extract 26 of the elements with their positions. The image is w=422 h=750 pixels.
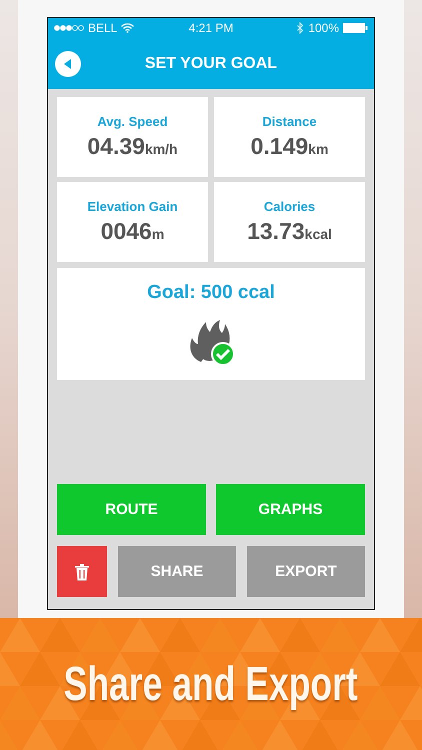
stat-label: Avg. Speed bbox=[97, 114, 168, 129]
route-button[interactable]: ROUTE bbox=[57, 484, 206, 535]
back-button[interactable] bbox=[55, 50, 81, 76]
battery-icon bbox=[343, 23, 368, 33]
back-icon bbox=[64, 58, 72, 68]
bluetooth-icon bbox=[297, 22, 304, 34]
battery-percent: 100% bbox=[308, 21, 340, 35]
route-button[interactable]: GRAPHS bbox=[216, 484, 365, 535]
delete-button[interactable] bbox=[57, 546, 107, 597]
status-time: 4:21 PM bbox=[188, 21, 234, 35]
stat-value: 04.39km/h bbox=[87, 133, 178, 160]
screen-title: SET YOUR GOAL bbox=[144, 54, 278, 72]
action-button[interactable]: SHARE bbox=[118, 546, 236, 597]
banner-caption: Share and Export bbox=[64, 656, 358, 712]
goal-text: Goal: 500 ccal bbox=[147, 282, 275, 304]
action-button[interactable]: EXPORT bbox=[247, 546, 365, 597]
wifi-icon bbox=[121, 23, 134, 33]
carrier-name: BELL bbox=[88, 21, 118, 35]
stat-label: Elevation Gain bbox=[87, 199, 178, 214]
trash-icon bbox=[74, 562, 90, 580]
stat-value: 0.149km bbox=[250, 133, 328, 160]
stat-value: 13.73kcal bbox=[247, 218, 332, 245]
stat-value: 0046m bbox=[100, 218, 164, 245]
signal-icon bbox=[54, 25, 84, 31]
stat-label: Calories bbox=[264, 199, 316, 214]
stat-label: Distance bbox=[262, 114, 317, 129]
